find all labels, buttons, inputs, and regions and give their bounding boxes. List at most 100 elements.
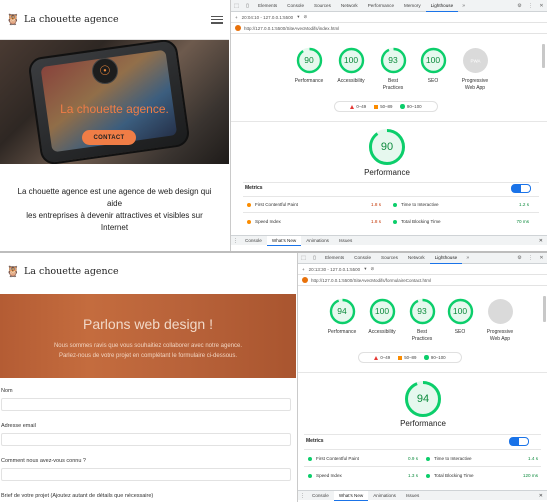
metric-value: 0.9 s (408, 456, 418, 461)
average-square-icon (374, 104, 379, 109)
drawer-tab-console[interactable]: Console (307, 491, 334, 501)
gauge-label: Web App (489, 335, 511, 342)
tab-sources[interactable]: Sources (309, 0, 336, 12)
drawer-tab-console[interactable]: Console (240, 236, 267, 246)
clear-icon[interactable]: ⊘ (303, 14, 307, 20)
gauge-pwa[interactable]: PWA Progressive Web App (455, 47, 495, 91)
gauge-seo[interactable]: 100 SEO (415, 47, 451, 91)
drawer-tab-issues[interactable]: Issues (334, 236, 357, 246)
email-field[interactable] (1, 433, 291, 446)
performance-score: 94 (416, 393, 430, 405)
close-icon[interactable]: ✕ (538, 254, 545, 261)
metric-tbt: Total Blocking Time (393, 219, 441, 224)
inspect-icon[interactable]: ⬚ (300, 254, 307, 261)
tab-elements[interactable]: Elements (253, 0, 282, 12)
add-icon[interactable]: + (302, 267, 305, 272)
gauge-accessibility[interactable]: 100 Accessibility (331, 47, 371, 91)
report-selector[interactable]: 20:04:10 - 127.0.0.1:5500 (242, 15, 294, 20)
contact-button[interactable]: CONTACT (82, 130, 136, 145)
tab-network[interactable]: Network (336, 0, 363, 12)
close-icon[interactable]: ✕ (538, 2, 545, 9)
tab-performance[interactable]: Performance (363, 0, 399, 12)
pass-circle-icon (308, 473, 312, 478)
tab-sources[interactable]: Sources (376, 252, 403, 264)
gauge-performance[interactable]: 90 Performance (291, 47, 327, 91)
devtools-panel: ⬚ ▯ Elements Console Sources Network Lig… (297, 252, 547, 502)
more-tabs-icon[interactable]: » (460, 2, 467, 9)
gauge-label: Performance (294, 78, 324, 84)
metrics-view-toggle[interactable] (509, 437, 529, 446)
device-toggle-icon[interactable]: ▯ (311, 254, 318, 261)
gauge-best-practices[interactable]: 93 Best Practices (404, 298, 440, 342)
gauge-pwa[interactable]: Progressive Web App (480, 298, 520, 342)
metric-value: 1.2 s (519, 202, 529, 207)
brand-name[interactable]: La chouette agence (24, 14, 119, 25)
drawer-tab-issues[interactable]: Issues (401, 491, 424, 501)
gauge-accessibility[interactable]: 100 Accessibility (362, 298, 402, 342)
clear-icon[interactable]: ⊘ (370, 266, 374, 272)
devtools-tabbar: ⬚ ▯ Elements Console Sources Network Per… (231, 0, 547, 12)
divider (243, 212, 539, 213)
drawer-tab-whats-new[interactable]: What's New (266, 235, 302, 246)
intro-line: La chouette agence est une agence de web… (17, 187, 212, 196)
drawer-menu-icon[interactable]: ⋮ (298, 493, 307, 499)
metrics-view-toggle[interactable] (511, 184, 531, 193)
tab-console[interactable]: Console (349, 252, 376, 264)
audited-url[interactable]: http://127.0.0.1:5500/SiteAvecModifs/ind… (244, 26, 339, 31)
report-selector[interactable]: 20:13:30 - 127.0.0.1:5500 (309, 267, 361, 272)
gear-icon[interactable]: ⚙ (516, 254, 523, 261)
tab-console[interactable]: Console (282, 0, 309, 12)
performance-score: 90 (380, 141, 394, 153)
hamburger-menu-icon[interactable] (211, 15, 223, 24)
tab-lighthouse[interactable]: Lighthouse (429, 252, 463, 264)
legend-pass: 90–100 (430, 355, 446, 360)
drawer-tab-animations[interactable]: Animations (301, 236, 334, 246)
devtools-tabbar: ⬚ ▯ Elements Console Sources Network Lig… (298, 252, 547, 264)
screenshot-root: 🦉 La chouette agence ☉ La chouette agenc… (0, 0, 547, 502)
metric-name: Time to Interactive (434, 456, 472, 461)
gauge-label: Accessibility (368, 329, 396, 335)
tab-elements[interactable]: Elements (320, 252, 349, 264)
device-toggle-icon[interactable]: ▯ (244, 2, 251, 9)
drawer-menu-icon[interactable]: ⋮ (231, 238, 240, 244)
pass-circle-icon (426, 456, 430, 461)
scrollbar-thumb[interactable] (542, 44, 545, 68)
gauge-score: 90 (304, 55, 314, 66)
gauge-best-practices[interactable]: 93 Best Practices (375, 47, 411, 91)
kebab-menu-icon[interactable]: ⋮ (527, 254, 534, 261)
owl-logo-icon[interactable]: 🦉 (6, 14, 20, 26)
gauge-label: Web App (464, 84, 486, 91)
add-icon[interactable]: + (235, 15, 238, 20)
inspect-icon[interactable]: ⬚ (233, 2, 240, 9)
owl-logo-icon[interactable]: 🦉 (6, 265, 20, 278)
chevron-down-icon[interactable]: ▾ (297, 14, 299, 20)
gauge-performance[interactable]: 94 Performance (324, 298, 360, 342)
audited-url[interactable]: http://127.0.0.1:5500/SiteAvecModifs/for… (311, 278, 431, 283)
performance-title: Performance (364, 168, 410, 177)
name-field[interactable] (1, 398, 291, 411)
gear-icon[interactable]: ⚙ (516, 2, 523, 9)
fail-triangle-icon (374, 355, 379, 360)
source-field[interactable] (1, 468, 291, 481)
drawer-tab-animations[interactable]: Animations (368, 491, 401, 501)
more-tabs-icon[interactable]: » (464, 254, 471, 261)
intro-text: La chouette agence est une agence de web… (0, 164, 229, 234)
pwa-badge-text: PWA (470, 59, 480, 64)
brand-name[interactable]: La chouette agence (24, 266, 119, 277)
chevron-down-icon[interactable]: ▾ (364, 266, 366, 272)
metric-fcp: First Contentful Paint (247, 202, 298, 207)
gauge-seo[interactable]: 100 SEO (442, 298, 478, 342)
close-icon[interactable]: ✕ (539, 493, 547, 499)
tab-lighthouse[interactable]: Lighthouse (425, 0, 459, 12)
scrollbar-thumb[interactable] (543, 296, 546, 322)
tab-memory[interactable]: Memory (399, 0, 426, 12)
metric-name: Total Blocking Time (434, 473, 474, 478)
metric-name: Time to Interactive (401, 202, 439, 207)
tab-network[interactable]: Network (403, 252, 430, 264)
intro-line: aide (106, 199, 123, 208)
metric-name: First Contentful Paint (255, 202, 298, 207)
drawer-tab-whats-new[interactable]: What's New (333, 490, 369, 501)
kebab-menu-icon[interactable]: ⋮ (527, 2, 534, 9)
pass-circle-icon (424, 355, 429, 360)
close-icon[interactable]: ✕ (539, 238, 547, 244)
